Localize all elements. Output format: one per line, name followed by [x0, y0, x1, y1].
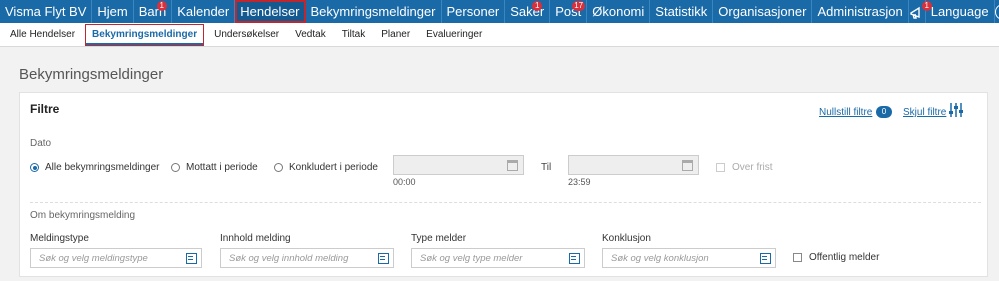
message-type-input[interactable]: [31, 249, 201, 267]
checkbox-label: Offentlig melder: [809, 252, 880, 263]
nav-item-post[interactable]: Post 17: [550, 0, 588, 23]
language-menu[interactable]: Language: [926, 0, 995, 23]
calendar-icon[interactable]: [682, 160, 693, 171]
nav-label: Hendelser: [240, 4, 300, 19]
brand-menu[interactable]: Visma Flyt BV: [0, 0, 93, 23]
nav-label: Organisasjoner: [718, 4, 807, 19]
filter-panel-title: Filtre: [30, 102, 60, 116]
date-section-label: Dato: [30, 138, 52, 149]
calendar-icon[interactable]: [507, 160, 518, 171]
nav-item-barn[interactable]: Barn 1: [134, 0, 173, 23]
message-type-field[interactable]: [30, 248, 202, 268]
tab-bekymringsmeldinger[interactable]: Bekymringsmeldinger: [85, 23, 205, 46]
list-search-icon[interactable]: [760, 253, 771, 264]
nav-label: Hjem: [97, 4, 128, 19]
date-from-time: 00:00: [393, 177, 416, 187]
checkbox-box: [793, 253, 802, 262]
nav-item-bekymringsmeldinger[interactable]: Bekymringsmeldinger: [306, 0, 442, 23]
list-search-icon[interactable]: [186, 253, 197, 264]
radio-label: Konkludert i periode: [289, 162, 378, 173]
help-icon: ?: [994, 3, 999, 20]
tab-undersokelser[interactable]: Undersøkelser: [208, 23, 285, 47]
nav-label: Personer: [446, 4, 500, 19]
list-search-icon[interactable]: [569, 253, 580, 264]
checkbox-box: [716, 163, 725, 172]
filter-panel: Filtre Nullstill filtre 0 Skjul filtre D…: [19, 92, 988, 277]
date-to-label: Til: [541, 162, 552, 173]
radio-received-in-period[interactable]: Mottatt i periode: [171, 162, 258, 173]
message-content-label: Innhold melding: [220, 233, 291, 244]
nav-item-saker[interactable]: Saker 1: [505, 0, 551, 23]
radio-label: Mottatt i periode: [186, 162, 258, 173]
section-divider: [30, 202, 981, 203]
radio-dot: [171, 163, 180, 172]
page-title: Bekymringsmeldinger: [19, 66, 164, 83]
notifications-button[interactable]: 1: [909, 0, 932, 23]
public-reporter-checkbox[interactable]: Offentlig melder: [793, 252, 879, 263]
nav-label: Kalender: [177, 4, 230, 19]
help-button[interactable]: ?: [994, 0, 999, 23]
nav-item-administrasjon[interactable]: Administrasjon: [812, 0, 909, 23]
nav-label: Statistikk: [655, 4, 708, 19]
tab-alle-hendelser[interactable]: Alle Hendelser: [4, 23, 81, 47]
date-to-input[interactable]: [568, 155, 699, 175]
date-from-input[interactable]: [393, 155, 524, 175]
tab-tiltak[interactable]: Tiltak: [336, 23, 372, 47]
active-filter-count-badge: 0: [876, 106, 892, 118]
nav-label: Økonomi: [592, 4, 645, 19]
overdue-checkbox[interactable]: Over frist: [716, 162, 773, 173]
nav-label: Administrasjon: [817, 4, 903, 19]
count-badge: 1: [156, 1, 167, 11]
reporter-type-input[interactable]: [412, 249, 584, 267]
date-to-time: 23:59: [568, 177, 591, 187]
checkbox-label: Over frist: [732, 162, 773, 173]
sliders-icon[interactable]: [948, 102, 964, 118]
conclusion-field[interactable]: [602, 248, 776, 268]
nav-item-hendelser[interactable]: Hendelser: [235, 0, 306, 23]
reporter-type-field[interactable]: [411, 248, 585, 268]
tab-vedtak[interactable]: Vedtak: [289, 23, 332, 47]
count-badge: 17: [572, 1, 586, 11]
radio-dot-checked: [30, 163, 39, 172]
message-content-field[interactable]: [220, 248, 394, 268]
nav-item-kalender[interactable]: Kalender: [172, 0, 236, 23]
nav-item-organisasjoner[interactable]: Organisasjoner: [713, 0, 813, 23]
radio-dot: [274, 163, 283, 172]
sub-navigation: Alle Hendelser Bekymringsmeldinger Under…: [0, 23, 999, 47]
radio-label: Alle bekymringsmeldinger: [45, 162, 160, 173]
about-section-label: Om bekymringsmelding: [30, 210, 136, 221]
nav-label: Language: [930, 4, 989, 19]
reporter-type-label: Type melder: [411, 233, 467, 244]
tab-planer[interactable]: Planer: [375, 23, 416, 47]
nav-item-statistikk[interactable]: Statistikk: [650, 0, 714, 23]
radio-all-reports[interactable]: Alle bekymringsmeldinger: [30, 162, 160, 173]
nav-item-personer[interactable]: Personer: [442, 0, 506, 23]
message-type-label: Meldingstype: [30, 233, 89, 244]
message-content-input[interactable]: [221, 249, 393, 267]
radio-concluded-in-period[interactable]: Konkludert i periode: [274, 162, 378, 173]
conclusion-input[interactable]: [603, 249, 775, 267]
brand-label: Visma Flyt BV: [5, 4, 87, 19]
top-navigation: Visma Flyt BV Hjem Barn 1 Kalender Hendel…: [0, 0, 999, 23]
list-search-icon[interactable]: [378, 253, 389, 264]
tab-evalueringer[interactable]: Evalueringer: [420, 23, 488, 47]
conclusion-label: Konklusjon: [602, 233, 651, 244]
reset-filters-link[interactable]: Nullstill filtre: [819, 107, 872, 118]
nav-label: Bekymringsmeldinger: [310, 4, 436, 19]
hide-filters-link[interactable]: Skjul filtre: [903, 107, 946, 118]
nav-item-hjem[interactable]: Hjem: [92, 0, 134, 23]
nav-item-okonomi[interactable]: Økonomi: [587, 0, 651, 23]
